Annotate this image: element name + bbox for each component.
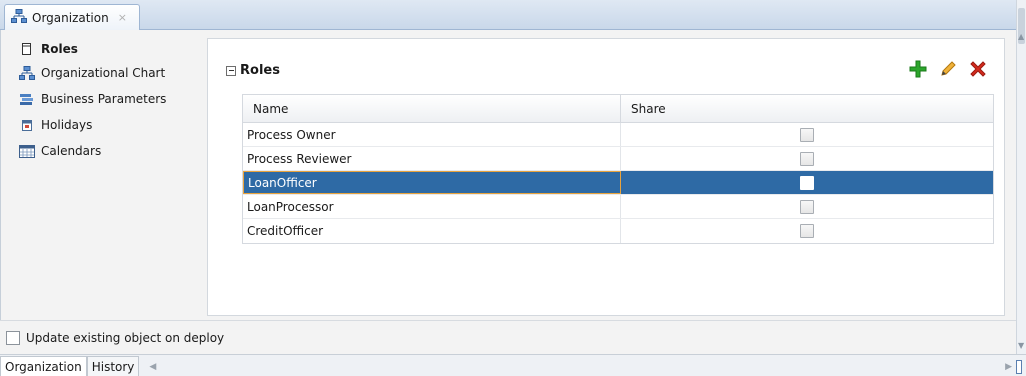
document-tab-organization[interactable]: Organization ×	[4, 4, 140, 30]
nav-item-label: Holidays	[41, 118, 93, 132]
roles-icon	[19, 42, 35, 56]
vertical-scrollbar[interactable]: ▲ ▼	[1016, 0, 1026, 354]
horizontal-scrollbar[interactable]: ◀ ▶	[145, 358, 1026, 376]
table-row[interactable]: LoanProcessor	[243, 195, 993, 219]
scroll-right-icon[interactable]: ▶	[1005, 362, 1012, 372]
nav-item-roles[interactable]: Roles	[11, 38, 207, 60]
holidays-icon	[19, 118, 35, 132]
document-tab-label: Organization	[32, 10, 109, 25]
table-row[interactable]: Process Owner	[243, 123, 993, 147]
nav-item-label: Roles	[41, 42, 78, 56]
role-name-cell[interactable]: LoanProcessor	[243, 195, 621, 218]
share-cell	[621, 195, 993, 218]
role-name-cell[interactable]: LoanOfficer	[243, 171, 621, 194]
deploy-options: Update existing object on deploy	[0, 320, 1016, 354]
share-cell	[621, 171, 993, 194]
share-checkbox[interactable]	[800, 127, 814, 142]
plus-icon	[909, 60, 927, 78]
org-chart-icon	[19, 66, 35, 80]
share-checkbox[interactable]	[800, 151, 814, 166]
role-name-cell[interactable]: Process Reviewer	[243, 147, 621, 170]
scroll-down-icon[interactable]: ▼	[1018, 341, 1024, 350]
update-on-deploy-label[interactable]: Update existing object on deploy	[26, 331, 224, 345]
pencil-icon	[941, 61, 956, 76]
table-row[interactable]: Process Reviewer	[243, 147, 993, 171]
nav-item-organizational-chart[interactable]: Organizational Chart	[11, 60, 207, 86]
share-checkbox[interactable]	[800, 175, 814, 190]
close-icon[interactable]: ×	[118, 11, 127, 24]
split-handle[interactable]	[1016, 360, 1022, 374]
business-parameters-icon	[19, 92, 35, 106]
share-cell	[621, 147, 993, 170]
column-header-name[interactable]: Name	[243, 95, 621, 122]
edit-role-button[interactable]	[938, 59, 958, 79]
role-name-cell[interactable]: Process Owner	[243, 123, 621, 146]
scroll-left-icon[interactable]: ◀	[149, 362, 156, 372]
share-cell	[621, 219, 993, 243]
table-row-selected[interactable]: LoanOfficer	[243, 171, 993, 195]
organization-editor: Roles Organizational Chart Business Para…	[0, 30, 1016, 320]
bottom-tab-history[interactable]: History	[86, 356, 140, 376]
nav-item-holidays[interactable]: Holidays	[11, 112, 207, 138]
table-row[interactable]: CreditOfficer	[243, 219, 993, 243]
delete-role-button[interactable]	[968, 59, 988, 79]
add-role-button[interactable]	[908, 59, 928, 79]
share-cell	[621, 123, 993, 146]
roles-panel: Roles Name Share Process Owner Process R…	[207, 38, 1005, 316]
nav-item-calendars[interactable]: Calendars	[11, 138, 207, 164]
nav-item-label: Business Parameters	[41, 92, 167, 106]
section-title: Roles	[240, 63, 280, 78]
editor-tab-strip: Organization ×	[0, 0, 1016, 30]
roles-toolbar	[908, 59, 988, 79]
column-header-share[interactable]: Share	[621, 95, 993, 122]
table-header: Name Share	[243, 95, 993, 123]
share-checkbox[interactable]	[800, 199, 814, 214]
roles-table: Name Share Process Owner Process Reviewe…	[242, 94, 994, 244]
org-chart-icon	[11, 9, 27, 26]
calendars-icon	[19, 144, 35, 158]
update-on-deploy-checkbox[interactable]	[6, 330, 20, 345]
scroll-up-icon[interactable]: ▲	[1018, 32, 1024, 41]
share-checkbox[interactable]	[800, 224, 814, 238]
left-navigation: Roles Organizational Chart Business Para…	[11, 38, 207, 164]
nav-item-business-parameters[interactable]: Business Parameters	[11, 86, 207, 112]
roles-section-header[interactable]: Roles	[226, 63, 280, 78]
bottom-tab-organization[interactable]: Organization	[0, 356, 87, 376]
bottom-tab-bar: Organization History ◀ ▶	[0, 354, 1026, 376]
role-name-cell[interactable]: CreditOfficer	[243, 219, 621, 243]
collapse-icon[interactable]	[226, 65, 236, 76]
nav-item-label: Organizational Chart	[41, 66, 166, 80]
nav-item-label: Calendars	[41, 144, 102, 158]
delete-x-icon	[970, 61, 986, 77]
